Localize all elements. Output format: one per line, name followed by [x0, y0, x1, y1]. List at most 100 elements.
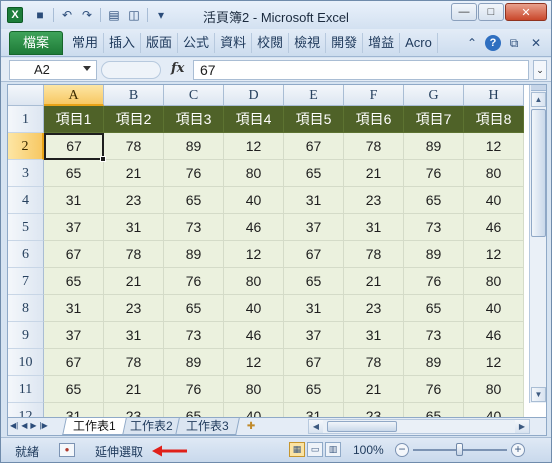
column-header[interactable]: A [44, 85, 104, 106]
table-header-cell[interactable]: 項目3 [164, 106, 224, 133]
table-cell[interactable]: 31 [344, 214, 404, 241]
table-cell[interactable]: 37 [284, 214, 344, 241]
maximize-button[interactable]: □ [478, 3, 504, 21]
insert-sheet-icon[interactable]: ✚ [240, 418, 262, 435]
ribbon-tab[interactable]: 資料 [215, 33, 253, 53]
table-cell[interactable]: 76 [164, 376, 224, 403]
sheet-tab[interactable]: 工作表1 [62, 418, 127, 435]
row-header[interactable]: 12 [8, 403, 44, 417]
table-cell[interactable]: 65 [44, 376, 104, 403]
select-all-button[interactable] [8, 85, 44, 106]
table-cell[interactable]: 31 [44, 187, 104, 214]
active-cell[interactable]: 67 [44, 133, 104, 160]
table-cell[interactable]: 46 [224, 322, 284, 349]
sheet-tab[interactable]: 工作表3 [175, 418, 240, 435]
table-cell[interactable]: 21 [344, 268, 404, 295]
table-cell[interactable]: 67 [284, 133, 344, 160]
table-cell[interactable]: 31 [344, 322, 404, 349]
sheet-nav-arrow-icon[interactable]: ◀| [10, 421, 18, 430]
ribbon-tab[interactable]: Acro [400, 33, 438, 53]
table-cell[interactable]: 23 [104, 403, 164, 417]
table-cell[interactable]: 21 [104, 160, 164, 187]
ribbon-tab[interactable]: 插入 [104, 33, 142, 53]
table-cell[interactable]: 80 [464, 268, 524, 295]
table-cell[interactable]: 21 [344, 160, 404, 187]
table-cell[interactable]: 73 [404, 322, 464, 349]
column-header[interactable]: H [464, 85, 524, 106]
table-header-cell[interactable]: 項目5 [284, 106, 344, 133]
table-cell[interactable]: 78 [104, 349, 164, 376]
row-header[interactable]: 9 [8, 322, 44, 349]
zoom-out-button[interactable]: − [395, 443, 409, 457]
redo-icon[interactable]: ↷ [78, 6, 96, 24]
table-cell[interactable]: 78 [104, 241, 164, 268]
table-cell[interactable]: 65 [404, 403, 464, 417]
table-header-cell[interactable]: 項目6 [344, 106, 404, 133]
file-tab[interactable]: 檔案 [9, 31, 63, 55]
table-cell[interactable]: 78 [344, 349, 404, 376]
table-header-cell[interactable]: 項目8 [464, 106, 524, 133]
minimize-button[interactable]: — [451, 3, 477, 21]
row-header[interactable]: 3 [8, 160, 44, 187]
table-cell[interactable]: 37 [44, 214, 104, 241]
workbook-restore-icon[interactable]: ⧉ [505, 34, 523, 52]
zoom-level[interactable]: 100% [353, 443, 384, 457]
table-cell[interactable]: 65 [164, 403, 224, 417]
table-cell[interactable]: 40 [464, 187, 524, 214]
table-cell[interactable]: 65 [404, 295, 464, 322]
table-cell[interactable]: 76 [404, 268, 464, 295]
print-preview-icon[interactable]: ◫ [125, 6, 143, 24]
table-cell[interactable]: 89 [404, 241, 464, 268]
table-cell[interactable]: 65 [164, 295, 224, 322]
save-icon[interactable]: ■ [31, 6, 49, 24]
ribbon-tab[interactable]: 檢視 [289, 33, 327, 53]
table-cell[interactable]: 76 [164, 160, 224, 187]
macro-record-icon[interactable]: ● [59, 443, 75, 457]
table-cell[interactable]: 67 [284, 349, 344, 376]
table-header-cell[interactable]: 項目4 [224, 106, 284, 133]
table-cell[interactable]: 37 [284, 322, 344, 349]
table-cell[interactable]: 12 [464, 241, 524, 268]
table-cell[interactable]: 21 [104, 268, 164, 295]
column-header[interactable]: B [104, 85, 164, 106]
page-layout-view-icon[interactable]: ▭ [307, 442, 323, 457]
table-cell[interactable]: 65 [164, 187, 224, 214]
table-cell[interactable]: 65 [44, 268, 104, 295]
table-cell[interactable]: 12 [464, 349, 524, 376]
table-cell[interactable]: 37 [44, 322, 104, 349]
column-header[interactable]: G [404, 85, 464, 106]
page-break-preview-icon[interactable]: ▥ [325, 442, 341, 457]
sheet-nav-arrow-icon[interactable]: |▶ [40, 421, 48, 430]
row-header[interactable]: 6 [8, 241, 44, 268]
table-cell[interactable]: 73 [164, 322, 224, 349]
table-cell[interactable]: 23 [344, 403, 404, 417]
expand-formula-bar-button[interactable]: ⌄ [533, 60, 547, 80]
table-cell[interactable]: 12 [224, 133, 284, 160]
table-cell[interactable]: 76 [404, 376, 464, 403]
name-box-dropdown-icon[interactable] [83, 66, 91, 71]
table-cell[interactable]: 80 [224, 160, 284, 187]
ribbon-tab[interactable]: 版面 [141, 33, 179, 53]
row-header[interactable]: 8 [8, 295, 44, 322]
table-cell[interactable]: 40 [224, 403, 284, 417]
row-header[interactable]: 1 [8, 106, 44, 133]
table-cell[interactable]: 73 [164, 214, 224, 241]
row-header[interactable]: 7 [8, 268, 44, 295]
ribbon-tab[interactable]: 開發 [326, 33, 364, 53]
table-cell[interactable]: 76 [164, 268, 224, 295]
table-cell[interactable]: 40 [464, 403, 524, 417]
insert-function-icon[interactable]: fx [171, 61, 184, 76]
table-cell[interactable]: 80 [224, 376, 284, 403]
minimize-ribbon-icon[interactable]: ⌃ [463, 34, 481, 52]
table-cell[interactable]: 78 [344, 133, 404, 160]
scroll-down-icon[interactable]: ▼ [531, 387, 546, 402]
table-cell[interactable]: 31 [284, 187, 344, 214]
table-cell[interactable]: 23 [104, 187, 164, 214]
table-cell[interactable]: 89 [164, 349, 224, 376]
column-header[interactable]: C [164, 85, 224, 106]
table-cell[interactable]: 21 [104, 376, 164, 403]
customize-qat-icon[interactable]: ▾ [152, 6, 170, 24]
table-cell[interactable]: 31 [104, 322, 164, 349]
table-cell[interactable]: 65 [284, 268, 344, 295]
table-cell[interactable]: 31 [284, 403, 344, 417]
